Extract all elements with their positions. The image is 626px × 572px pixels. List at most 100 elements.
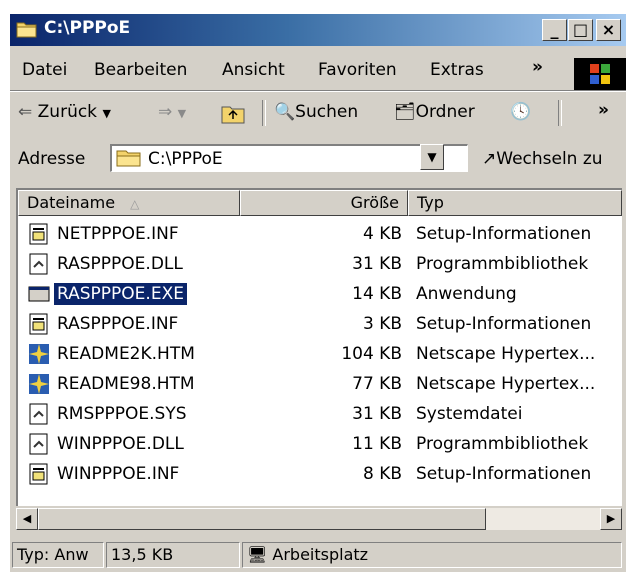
- column-header-name[interactable]: Dateiname △: [18, 190, 240, 216]
- file-size: 31 KB: [352, 254, 402, 274]
- file-type: Setup-Informationen: [416, 464, 592, 484]
- file-row[interactable]: WINPPPOE.INF 8 KB Setup-Informationen: [18, 460, 618, 490]
- menu-datei[interactable]: Datei: [22, 60, 67, 80]
- file-row[interactable]: README98.HTM 77 KB Netscape Hypertex...: [18, 370, 618, 400]
- status-zone: 🖥 Arbeitsplatz: [242, 542, 622, 568]
- close-button[interactable]: ×: [596, 19, 621, 41]
- column-header-size[interactable]: Größe: [240, 190, 408, 216]
- file-type: Programmbibliothek: [416, 434, 589, 454]
- title-bar[interactable]: C:\PPPoE _ □ ×: [10, 14, 626, 46]
- menu-more-chevron[interactable]: »: [532, 57, 543, 77]
- file-name: README2K.HTM: [57, 344, 195, 364]
- minimize-button[interactable]: _: [542, 19, 567, 41]
- windows-logo-icon: [574, 58, 626, 90]
- arrow-right-icon: ▶: [606, 512, 616, 525]
- file-row[interactable]: NETPPPOE.INF 4 KB Setup-Informationen: [18, 220, 618, 250]
- file-row[interactable]: RASPPPOE.EXE 14 KB Anwendung: [18, 280, 618, 310]
- folder-icon: [116, 150, 141, 167]
- back-button[interactable]: ⇐ Zurück ▼: [18, 102, 111, 122]
- forward-arrow-icon: ⇒: [158, 102, 173, 122]
- horizontal-scrollbar[interactable]: ◀ ▶: [16, 508, 622, 530]
- column-header-type[interactable]: Typ: [408, 190, 622, 216]
- file-type: Setup-Informationen: [416, 224, 592, 244]
- go-arrow-icon: ↗: [482, 149, 497, 169]
- folder-icon: [16, 22, 37, 38]
- file-type: Netscape Hypertex...: [416, 374, 596, 394]
- menu-favoriten[interactable]: Favoriten: [318, 60, 397, 80]
- scrollbar-thumb[interactable]: [38, 508, 486, 530]
- file-size: 3 KB: [362, 314, 402, 334]
- status-bar: Typ: Anw 13,5 KB 🖥 Arbeitsplatz: [10, 540, 626, 572]
- folders-button[interactable]: 🗂Ordner: [394, 102, 475, 122]
- file-name: NETPPPOE.INF: [57, 224, 179, 244]
- folder-up-icon[interactable]: [220, 103, 246, 125]
- file-size: 14 KB: [352, 284, 402, 304]
- file-row[interactable]: WINPPPOE.DLL 11 KB Programmbibliothek: [18, 430, 618, 460]
- file-name: WINPPPOE.DLL: [57, 434, 184, 454]
- menu-extras[interactable]: Extras: [430, 60, 484, 80]
- history-icon: 🕓: [510, 102, 532, 122]
- file-name: WINPPPOE.INF: [57, 464, 180, 484]
- maximize-button[interactable]: □: [568, 19, 593, 41]
- file-type: Systemdatei: [416, 404, 523, 424]
- file-row[interactable]: RMSPPPOE.SYS 31 KB Systemdatei: [18, 400, 618, 430]
- menu-bearbeiten[interactable]: Bearbeiten: [94, 60, 187, 80]
- inf-file-icon: [28, 313, 50, 335]
- dll-file-icon: [28, 433, 50, 455]
- file-type: Anwendung: [416, 284, 517, 304]
- file-size: 77 KB: [352, 374, 402, 394]
- toolbar: ⇐ Zurück ▼ ⇒ ▼ 🔍Suchen 🗂Ordner 🕓 »: [10, 94, 626, 132]
- explorer-window: C:\PPPoE _ □ × Datei Bearbeiten Ansicht …: [10, 14, 626, 572]
- search-icon: 🔍: [274, 102, 296, 122]
- arrow-left-icon: ◀: [22, 512, 32, 525]
- chevron-down-icon: ▼: [177, 107, 187, 120]
- address-dropdown-button[interactable]: ▼: [420, 144, 444, 170]
- file-size: 4 KB: [362, 224, 402, 244]
- go-button[interactable]: ↗Wechseln zu: [482, 149, 603, 169]
- menu-ansicht[interactable]: Ansicht: [222, 60, 285, 80]
- file-row[interactable]: README2K.HTM 104 KB Netscape Hypertex...: [18, 340, 618, 370]
- htm-file-icon: [28, 373, 50, 395]
- toolbar-separator-2: [558, 100, 562, 126]
- computer-icon: 🖥: [247, 545, 268, 564]
- folders-icon: 🗂: [394, 102, 416, 122]
- scroll-right-button[interactable]: ▶: [600, 508, 622, 530]
- dll-file-icon: [28, 253, 50, 275]
- chevron-down-icon: ▼: [427, 150, 437, 164]
- address-bar: Adresse C:\PPPoE ▼ ↗Wechseln zu: [10, 140, 626, 178]
- file-name: README98.HTM: [57, 374, 195, 394]
- file-row[interactable]: RASPPPOE.INF 3 KB Setup-Informationen: [18, 310, 618, 340]
- file-type: Setup-Informationen: [416, 314, 592, 334]
- back-arrow-icon: ⇐: [18, 102, 33, 122]
- file-name: RASPPPOE.DLL: [57, 254, 183, 274]
- search-button[interactable]: 🔍Suchen: [274, 102, 358, 122]
- status-size: 13,5 KB: [106, 542, 240, 568]
- exe-file-icon: [28, 283, 50, 305]
- inf-file-icon: [28, 463, 50, 485]
- file-name: RASPPPOE.EXE: [54, 283, 187, 305]
- file-size: 11 KB: [352, 434, 402, 454]
- file-row[interactable]: RASPPPOE.DLL 31 KB Programmbibliothek: [18, 250, 618, 280]
- forward-button[interactable]: ⇒ ▼: [158, 102, 186, 122]
- menu-bar: Datei Bearbeiten Ansicht Favoriten Extra…: [10, 52, 626, 88]
- address-input[interactable]: C:\PPPoE: [110, 144, 468, 172]
- inf-file-icon: [28, 223, 50, 245]
- sys-file-icon: [28, 403, 50, 425]
- toolbar-separator: [262, 100, 266, 126]
- file-size: 31 KB: [352, 404, 402, 424]
- toolbar-more-chevron[interactable]: »: [598, 100, 609, 120]
- address-value: C:\PPPoE: [148, 149, 223, 169]
- scroll-left-button[interactable]: ◀: [16, 508, 38, 530]
- file-name: RASPPPOE.INF: [57, 314, 179, 334]
- sort-ascending-icon: △: [130, 197, 140, 211]
- file-type: Programmbibliothek: [416, 254, 589, 274]
- file-size: 104 KB: [341, 344, 402, 364]
- menu-separator: [10, 90, 626, 92]
- file-type: Netscape Hypertex...: [416, 344, 596, 364]
- file-name: RMSPPPOE.SYS: [57, 404, 187, 424]
- address-label: Adresse: [18, 149, 86, 169]
- window-title: C:\PPPoE: [44, 18, 131, 38]
- status-type: Typ: Anw: [12, 542, 104, 568]
- file-list[interactable]: Dateiname △ Größe Typ NETPPPOE.INF 4 KB Se…: [16, 188, 622, 506]
- history-button[interactable]: 🕓: [510, 102, 531, 122]
